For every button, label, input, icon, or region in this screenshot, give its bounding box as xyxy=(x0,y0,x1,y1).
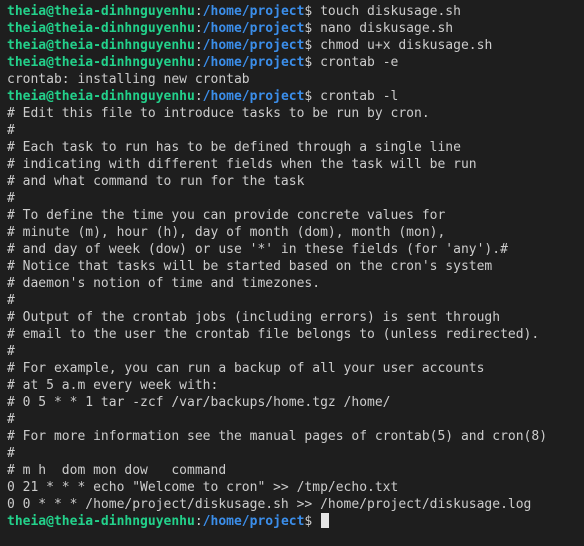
prompt-line: theia@theia-dinhnguyenhu:/home/project$ xyxy=(7,513,584,530)
output-line: # To define the time you can provide con… xyxy=(7,208,446,223)
prompt-path: /home/project xyxy=(202,55,305,70)
command-text: nano diskusage.sh xyxy=(320,21,454,36)
output-line: # Output of the crontab jobs (including … xyxy=(7,310,501,325)
prompt-path: /home/project xyxy=(202,4,305,19)
output-line: # daemon's notion of time and timezones. xyxy=(7,276,321,291)
prompt-dollar: $ xyxy=(304,38,321,53)
output-line: 0 21 * * * echo "Welcome to cron" >> /tm… xyxy=(7,480,399,495)
output-line: # and day of week (dow) or use '*' in th… xyxy=(7,242,508,257)
command-text: crontab -l xyxy=(320,89,399,104)
prompt-dollar: $ xyxy=(304,21,321,36)
text-cursor[interactable] xyxy=(321,513,330,528)
prompt-user-host: theia@theia-dinhnguyenhu xyxy=(7,21,195,36)
output-line: # at 5 a.m every week with: xyxy=(7,378,219,393)
prompt-user-host: theia@theia-dinhnguyenhu xyxy=(7,38,195,53)
output-line: # Notice that tasks will be started base… xyxy=(7,259,493,274)
output-line: # xyxy=(7,446,15,461)
prompt-user-host: theia@theia-dinhnguyenhu xyxy=(7,89,195,104)
output-line: # m h dom mon dow command xyxy=(7,463,227,478)
output-line: # Edit this file to introduce tasks to b… xyxy=(7,106,430,121)
command-text: chmod u+x diskusage.sh xyxy=(320,38,493,53)
prompt-line: theia@theia-dinhnguyenhu:/home/project$ … xyxy=(7,54,584,71)
prompt-dollar: $ xyxy=(304,89,321,104)
command-text: crontab -e xyxy=(320,55,399,70)
prompt-colon: : xyxy=(194,38,203,53)
prompt-user-host: theia@theia-dinhnguyenhu xyxy=(7,514,195,529)
output-line: # xyxy=(7,344,15,359)
prompt-line: theia@theia-dinhnguyenhu:/home/project$ … xyxy=(7,37,584,54)
output-line: # For example, you can run a backup of a… xyxy=(7,361,485,376)
output-line: # xyxy=(7,412,15,427)
output-line: 0 0 * * * /home/project/diskusage.sh >> … xyxy=(7,497,532,512)
prompt-path: /home/project xyxy=(202,89,305,104)
output-line: # and what command to run for the task xyxy=(7,174,305,189)
prompt-path: /home/project xyxy=(202,38,305,53)
output-line: # xyxy=(7,293,15,308)
prompt-dollar: $ xyxy=(304,514,321,529)
prompt-colon: : xyxy=(194,4,203,19)
prompt-colon: : xyxy=(194,514,203,529)
output-line: # email to the user the crontab file bel… xyxy=(7,327,540,342)
prompt-path: /home/project xyxy=(202,514,305,529)
prompt-path: /home/project xyxy=(202,21,305,36)
prompt-colon: : xyxy=(194,89,203,104)
prompt-user-host: theia@theia-dinhnguyenhu xyxy=(7,55,195,70)
output-line: # 0 5 * * 1 tar -zcf /var/backups/home.t… xyxy=(7,395,391,410)
prompt-line: theia@theia-dinhnguyenhu:/home/project$ … xyxy=(7,88,584,105)
command-text: touch diskusage.sh xyxy=(320,4,461,19)
output-line: # xyxy=(7,191,15,206)
prompt-colon: : xyxy=(194,21,203,36)
output-line: # minute (m), hour (h), day of month (do… xyxy=(7,225,446,240)
prompt-dollar: $ xyxy=(304,4,321,19)
prompt-line: theia@theia-dinhnguyenhu:/home/project$ … xyxy=(7,3,584,20)
prompt-colon: : xyxy=(194,55,203,70)
output-line: crontab: installing new crontab xyxy=(7,72,250,87)
output-line: # Each task to run has to be defined thr… xyxy=(7,140,461,155)
output-line: # indicating with different fields when … xyxy=(7,157,477,172)
prompt-user-host: theia@theia-dinhnguyenhu xyxy=(7,4,195,19)
terminal-window[interactable]: theia@theia-dinhnguyenhu:/home/project$ … xyxy=(0,0,584,546)
prompt-line: theia@theia-dinhnguyenhu:/home/project$ … xyxy=(7,20,584,37)
output-line: # xyxy=(7,123,15,138)
output-line: # For more information see the manual pa… xyxy=(7,429,548,444)
prompt-dollar: $ xyxy=(304,55,321,70)
